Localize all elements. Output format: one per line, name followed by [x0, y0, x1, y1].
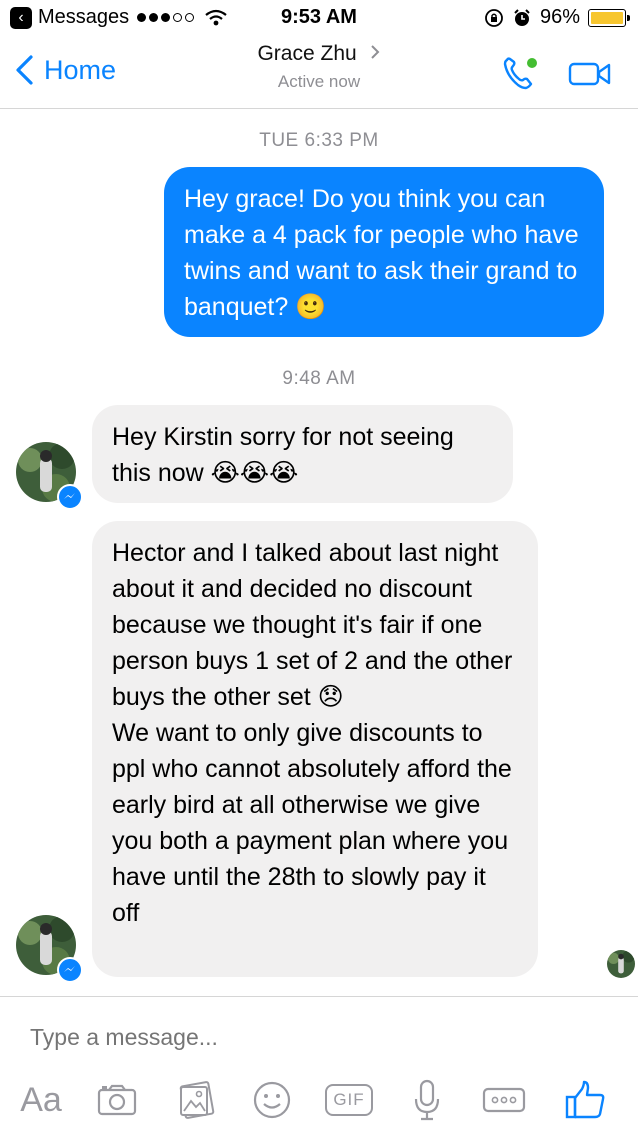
incoming-message[interactable]: Hector and I talked about last night abo…: [92, 521, 538, 977]
phone-icon: [503, 57, 537, 90]
gallery-button[interactable]: [175, 1077, 217, 1123]
video-camera-icon: [568, 62, 611, 86]
incoming-message[interactable]: Hey Kirstin sorry for not seeing this no…: [92, 405, 513, 503]
timestamp: TUE 6:33 PM: [259, 130, 379, 151]
conversation-header: Home Grace Zhu Active now: [0, 36, 638, 109]
status-bar: ‹ Messages 9:53 AM 96%: [0, 0, 638, 36]
thumbs-up-icon: [565, 1080, 605, 1119]
composer: Aa G: [0, 996, 638, 1137]
voice-button[interactable]: [408, 1077, 446, 1123]
message-text: We want to only give discounts to ppl wh…: [112, 719, 512, 927]
emoji-button[interactable]: [250, 1077, 294, 1123]
more-icon: [482, 1087, 526, 1113]
aa-label: Aa: [20, 1080, 62, 1119]
camera-button[interactable]: [94, 1077, 140, 1123]
image-icon: [179, 1081, 215, 1119]
chevron-right-icon: [370, 45, 379, 59]
messenger-badge-icon: [57, 957, 83, 983]
contact-name: Grace Zhu: [257, 42, 357, 65]
status-right: 96%: [484, 6, 630, 29]
microphone-icon: [414, 1079, 440, 1121]
outgoing-message[interactable]: Hey grace! Do you think you can make a 4…: [164, 167, 604, 337]
text-format-button[interactable]: Aa: [16, 1077, 66, 1123]
composer-toolbar: Aa GIF: [0, 1077, 638, 1127]
alarm-icon: [514, 8, 530, 26]
contact-status: Active now: [277, 72, 361, 91]
smiley-icon: [253, 1081, 291, 1119]
more-button[interactable]: [480, 1077, 528, 1123]
gif-button[interactable]: GIF: [325, 1077, 373, 1123]
like-button[interactable]: [562, 1077, 608, 1123]
battery-icon: [588, 8, 630, 27]
rotation-lock-icon: [485, 8, 503, 27]
read-receipt-avatar: [607, 950, 635, 978]
contact-title[interactable]: Grace Zhu Active now: [0, 42, 638, 92]
timestamp: 9:48 AM: [282, 368, 356, 389]
gif-label: GIF: [325, 1084, 373, 1116]
message-input[interactable]: [28, 1023, 592, 1052]
battery-percent: 96%: [539, 6, 580, 28]
call-button[interactable]: [500, 54, 542, 99]
message-text: Hector and I talked about last night abo…: [112, 539, 513, 711]
camera-icon: [97, 1084, 137, 1116]
messenger-badge-icon: [57, 484, 83, 510]
video-call-button[interactable]: [568, 60, 612, 93]
